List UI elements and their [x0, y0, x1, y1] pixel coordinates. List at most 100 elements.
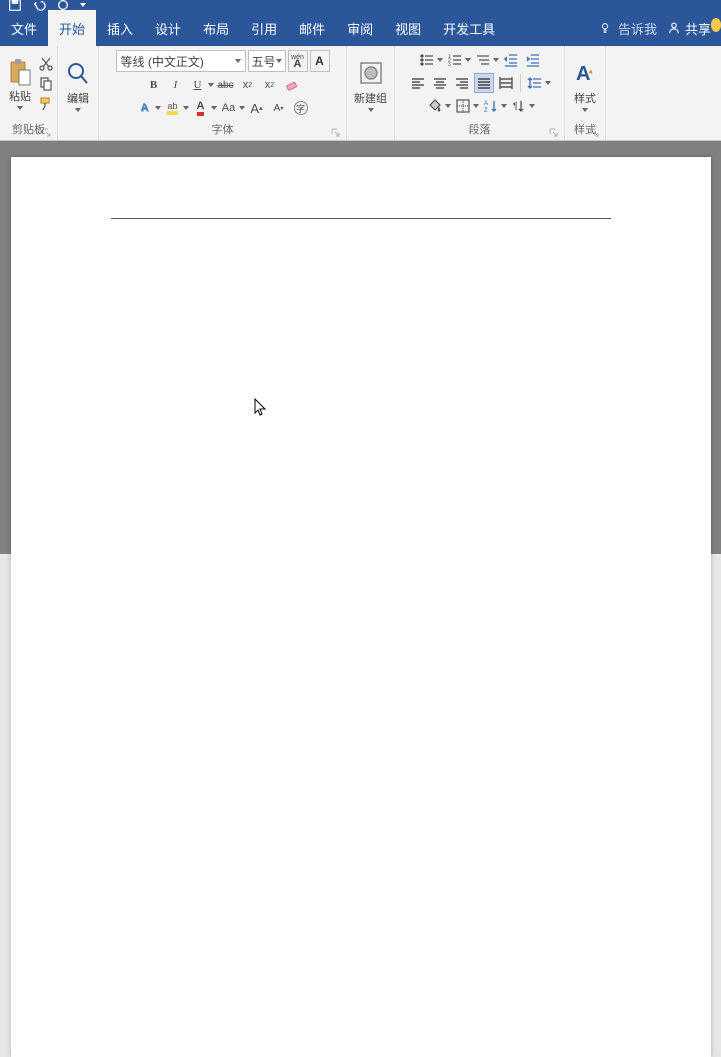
group-clipboard: 粘贴 剪贴板	[0, 46, 58, 140]
chevron-down-icon[interactable]	[211, 106, 217, 110]
numbering-button[interactable]: 123	[445, 50, 465, 70]
tab-developer[interactable]: 开发工具	[432, 10, 506, 46]
copy-icon[interactable]	[38, 76, 54, 92]
superscript-button[interactable]: x2	[260, 75, 280, 95]
sort-button[interactable]: AZ	[481, 96, 501, 116]
phonetic-guide-button[interactable]: wénA	[288, 50, 308, 72]
paste-icon	[7, 58, 33, 86]
styles-icon: A	[572, 60, 598, 88]
chevron-down-icon	[368, 108, 374, 112]
tab-home[interactable]: 开始	[48, 10, 96, 46]
bold-button[interactable]: B	[144, 75, 164, 95]
qat-more-icon[interactable]	[80, 3, 86, 7]
circle-icon	[358, 60, 384, 88]
font-name-value: 等线 (中文正文)	[121, 53, 204, 70]
dialog-launcher-icon[interactable]	[331, 128, 341, 138]
svg-text:3: 3	[448, 62, 451, 68]
paste-button[interactable]: 粘贴	[3, 56, 37, 112]
increase-indent-button[interactable]	[523, 50, 543, 70]
shading-button[interactable]	[425, 96, 445, 116]
dialog-launcher-icon[interactable]	[549, 128, 559, 138]
styles-button[interactable]: A 样式	[568, 58, 602, 114]
chevron-down-icon[interactable]	[493, 58, 499, 62]
title-bar	[0, 0, 721, 10]
edit-label: 编辑	[67, 90, 89, 106]
tell-me-search[interactable]: 告诉我	[598, 10, 657, 46]
svg-text:¶: ¶	[513, 101, 518, 111]
page[interactable]	[11, 157, 711, 1057]
subscript-button[interactable]: x2	[238, 75, 258, 95]
paste-label: 粘贴	[9, 88, 31, 104]
tab-review[interactable]: 审阅	[336, 10, 384, 46]
font-color-button[interactable]: A	[191, 98, 211, 118]
enclose-char-button[interactable]: 字	[291, 98, 311, 118]
underline-button[interactable]: U	[188, 75, 208, 95]
edit-find-button[interactable]: 编辑	[61, 58, 95, 114]
font-name-combo[interactable]: 等线 (中文正文)	[116, 50, 246, 72]
newgroup-button[interactable]: 新建组	[350, 58, 391, 114]
bullets-button[interactable]	[417, 50, 437, 70]
tell-me-placeholder: 告诉我	[618, 19, 657, 38]
chevron-down-icon	[582, 108, 588, 112]
font-size-value: 五号	[252, 53, 276, 70]
chevron-down-icon[interactable]	[155, 106, 161, 110]
char-border-button[interactable]: A	[310, 50, 330, 72]
tab-design[interactable]: 设计	[144, 10, 192, 46]
chevron-down-icon[interactable]	[465, 58, 471, 62]
paragraph-group-label: 段落	[469, 124, 491, 136]
show-marks-button[interactable]: ¶	[509, 96, 529, 116]
clear-formatting-button[interactable]	[282, 75, 302, 95]
font-size-combo[interactable]: 五号	[248, 50, 286, 72]
borders-button[interactable]	[453, 96, 473, 116]
share-button[interactable]: 共享	[667, 10, 711, 46]
styles-label: 样式	[574, 90, 596, 106]
tab-layout[interactable]: 布局	[192, 10, 240, 46]
chevron-down-icon[interactable]	[183, 106, 189, 110]
align-center-button[interactable]	[430, 73, 450, 93]
ribbon-tabs: 文件 开始 插入 设计 布局 引用 邮件 审阅 视图 开发工具 告诉我 共享	[0, 10, 721, 46]
tab-view[interactable]: 视图	[384, 10, 432, 46]
chevron-down-icon	[75, 108, 81, 112]
grow-font-button[interactable]: A▴	[247, 98, 267, 118]
search-icon	[65, 60, 91, 88]
tab-mailings[interactable]: 邮件	[288, 10, 336, 46]
dialog-launcher-icon[interactable]	[42, 128, 52, 138]
group-font: 等线 (中文正文) 五号 wénA A B I U abc x2 x2	[99, 46, 347, 140]
align-left-button[interactable]	[408, 73, 428, 93]
chevron-down-icon[interactable]	[545, 81, 551, 85]
smiley-icon[interactable]	[711, 18, 721, 32]
highlight-button[interactable]: ab	[163, 98, 183, 118]
chevron-down-icon[interactable]	[529, 104, 535, 108]
decrease-indent-button[interactable]	[501, 50, 521, 70]
document-area[interactable]	[0, 141, 721, 554]
distributed-button[interactable]	[496, 73, 516, 93]
share-label: 共享	[685, 19, 711, 38]
line-spacing-button[interactable]	[525, 73, 545, 93]
clipboard-group-label: 剪贴板	[12, 124, 45, 136]
chevron-down-icon[interactable]	[437, 58, 443, 62]
strikethrough-button[interactable]: abc	[216, 75, 236, 95]
shrink-font-button[interactable]: A▾	[269, 98, 289, 118]
chevron-down-icon[interactable]	[445, 104, 451, 108]
cut-icon[interactable]	[38, 56, 54, 72]
change-case-button[interactable]: Aa	[219, 98, 239, 118]
multilevel-list-button[interactable]	[473, 50, 493, 70]
lightbulb-icon	[598, 21, 612, 35]
svg-text:A: A	[576, 63, 590, 85]
align-right-button[interactable]	[452, 73, 472, 93]
eraser-icon	[284, 77, 300, 93]
dialog-launcher-icon[interactable]	[590, 128, 600, 138]
chevron-down-icon[interactable]	[501, 104, 507, 108]
chevron-down-icon	[235, 59, 241, 63]
chevron-down-icon[interactable]	[473, 104, 479, 108]
text-effects-button[interactable]: A	[135, 98, 155, 118]
italic-button[interactable]: I	[166, 75, 186, 95]
header-rule	[111, 217, 611, 219]
chevron-down-icon[interactable]	[239, 106, 245, 110]
chevron-down-icon[interactable]	[208, 83, 214, 87]
format-painter-icon[interactable]	[38, 96, 54, 112]
tab-insert[interactable]: 插入	[96, 10, 144, 46]
tab-references[interactable]: 引用	[240, 10, 288, 46]
tab-file[interactable]: 文件	[0, 10, 48, 46]
align-justify-button[interactable]	[474, 73, 494, 93]
